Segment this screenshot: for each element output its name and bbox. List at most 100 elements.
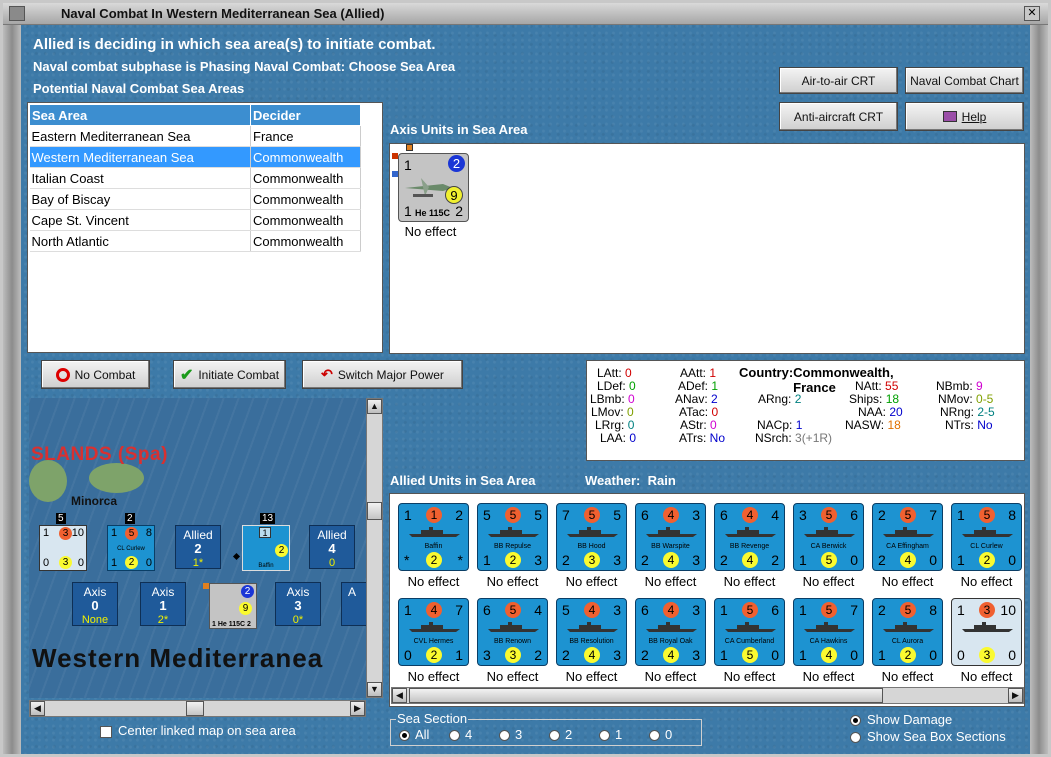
sea-section-option-label: 0 [665, 727, 673, 742]
scroll-left-icon[interactable]: ◀ [392, 688, 407, 703]
sea-section-radio-2[interactable] [549, 730, 560, 741]
show-damage-radio[interactable] [850, 715, 861, 726]
allied-unit-counter[interactable]: 5 4 3 BB Resolution 2 4 3 [556, 598, 627, 666]
initiate-combat-button[interactable]: ✔ Initiate Combat [173, 360, 286, 389]
allied-unit-counter[interactable]: 6 4 3 BB Warspite 2 4 3 [635, 503, 706, 571]
map-horizontal-scrollbar[interactable]: ◀ ▶ [29, 700, 366, 717]
scroll-up-icon[interactable]: ▲ [367, 399, 382, 414]
scroll-thumb[interactable] [186, 701, 204, 716]
sea-box-axis-1[interactable]: Axis 1 2* [140, 582, 186, 626]
ship-silhouette-icon [646, 527, 697, 537]
table-row[interactable]: North Atlantic Commonwealth [29, 230, 361, 252]
map-stack-counter[interactable]: 1 3 10 0 3 0 [39, 525, 87, 571]
island-shape [29, 460, 67, 502]
air-to-air-crt-button[interactable]: Air-to-air CRT [779, 67, 898, 94]
scroll-right-icon[interactable]: ▶ [1008, 688, 1023, 703]
weather-label: Weather: [585, 473, 641, 488]
ship-silhouette-icon [567, 527, 618, 537]
ship-silhouette-icon [962, 527, 1013, 537]
allied-unit-counter[interactable]: 1 5 6 CA Cumberland 1 5 0 [714, 598, 785, 666]
unit-move: 0 [929, 552, 937, 568]
sea-box-allied-4[interactable]: Allied 4 0 [309, 525, 355, 569]
unit-range: 2 [455, 507, 463, 523]
table-row[interactable]: Western Mediterranean Sea Commonwealth [29, 146, 361, 168]
table-row[interactable]: Eastern Mediterranean Sea France [29, 125, 361, 147]
help-button[interactable]: Help [905, 102, 1024, 131]
natt-stat: NAtt: 55 [855, 379, 899, 393]
switch-major-power-button[interactable]: ↶ Switch Major Power [302, 360, 463, 389]
column-header-decider[interactable]: Decider [250, 104, 361, 126]
window-icon[interactable] [9, 6, 25, 21]
unit-attack: 1 [404, 157, 412, 173]
scroll-down-icon[interactable]: ▼ [367, 682, 382, 697]
sea-box-allied-2[interactable]: Allied 2 1* [175, 525, 221, 569]
allied-unit-counter[interactable]: 1 5 8 CL Curlew 1 2 0 [951, 503, 1022, 571]
linked-map[interactable]: SLANDS (Spa) Minorca 5 2 13 1 3 10 0 3 0… [29, 398, 366, 698]
sea-box-axis-3[interactable]: Axis 3 0* [275, 582, 321, 626]
allied-unit-counter[interactable]: 5 5 5 BB Repulse 1 2 3 [477, 503, 548, 571]
column-header-sea-area[interactable]: Sea Area [29, 104, 251, 126]
sea-section-radio-4[interactable] [449, 730, 460, 741]
right-frame [1030, 25, 1048, 754]
atac-stat: ATac: 0 [679, 405, 719, 419]
unit-defense: 2 [641, 552, 649, 568]
map-vertical-scrollbar[interactable]: ▲ ▼ [366, 398, 383, 698]
map-ship-counter[interactable]: 1 5 8 CL Curlew 1 2 0 [107, 525, 155, 571]
map-axis-unit-counter[interactable]: 2 9 1 He 115C 2 [209, 583, 257, 629]
allied-horizontal-scrollbar[interactable]: ◀ ▶ [391, 687, 1024, 704]
table-row[interactable]: Bay of Biscay Commonwealth [29, 188, 361, 210]
axis-units-label: Axis Units in Sea Area [390, 122, 528, 137]
unit-name: BB Revenge [729, 543, 770, 550]
unit-attack: 6 [641, 507, 649, 523]
allied-unit-counter[interactable]: 1 4 7 CVL Hermes 0 2 1 [398, 598, 469, 666]
unit-name: CA Effingham [886, 543, 929, 550]
unit-top-circle: 4 [663, 507, 679, 523]
show-sea-box-sections-radio[interactable] [850, 732, 861, 743]
unit-range-badge: 2 [448, 155, 465, 172]
help-label: Help [961, 109, 987, 124]
center-map-checkbox[interactable] [100, 726, 112, 738]
unit-bottom-circle: 4 [663, 647, 679, 663]
sea-section-radio-3[interactable] [499, 730, 510, 741]
unit-name: BB Resolution [569, 638, 614, 645]
naa-value: 20 [889, 405, 903, 419]
sea-box-axis-0[interactable]: Axis 0 None [72, 582, 118, 626]
table-row[interactable]: Italian Coast Commonwealth [29, 167, 361, 189]
lrg-value: 0 [627, 418, 635, 432]
allied-unit-counter[interactable]: 6 5 4 BB Renown 3 3 2 [477, 598, 548, 666]
table-row[interactable]: Cape St. Vincent Commonwealth [29, 209, 361, 231]
anti-aircraft-crt-button[interactable]: Anti-aircraft CRT [779, 102, 898, 131]
sea-section-radio-1[interactable] [599, 730, 610, 741]
allied-unit-counter[interactable]: 1 3 10 0 3 0 [951, 598, 1022, 666]
allied-unit-counter[interactable]: 1 5 7 CA Hawkins 1 4 0 [793, 598, 864, 666]
axis-unit-he115c[interactable]: 1 2 9 1 He 115C 2 [398, 153, 469, 222]
naval-combat-chart-button[interactable]: Naval Combat Chart [905, 67, 1024, 94]
allied-unit-counter[interactable]: 1 1 2 Baffin * 2 * [398, 503, 469, 571]
scroll-thumb[interactable] [409, 688, 883, 703]
nmov-value: 0-5 [976, 392, 994, 406]
sea-box-number: 3 [294, 598, 302, 613]
ship-silhouette-icon [804, 527, 855, 537]
unit-top-circle: 5 [979, 507, 995, 523]
no-combat-button[interactable]: No Combat [41, 360, 150, 389]
scroll-right-icon[interactable]: ▶ [350, 701, 365, 716]
unit-effect: No effect [486, 669, 539, 684]
allied-unit-counter[interactable]: 6 4 4 BB Revenge 2 4 2 [714, 503, 785, 571]
adef-value: 1 [711, 379, 719, 393]
map-carrier-counter[interactable]: 1 2 Baffin [242, 525, 290, 571]
close-icon[interactable]: ✕ [1024, 6, 1040, 21]
allied-unit-counter[interactable]: 2 5 7 CA Effingham 2 4 0 [872, 503, 943, 571]
scroll-thumb[interactable] [367, 502, 382, 520]
allied-unit-counter[interactable]: 3 5 6 CA Berwick 1 5 0 [793, 503, 864, 571]
sea-section-radio-0[interactable] [649, 730, 660, 741]
allied-unit-counter[interactable]: 6 4 3 BB Royal Oak 2 4 3 [635, 598, 706, 666]
sea-box-status: 2* [157, 614, 169, 626]
sea-section-radio-all[interactable] [399, 730, 410, 741]
allied-unit-counter[interactable]: 2 5 8 CL Aurora 1 2 0 [872, 598, 943, 666]
unit-effect: No effect [802, 669, 855, 684]
scroll-left-icon[interactable]: ◀ [30, 701, 45, 716]
lbmb-value: 0 [628, 392, 635, 406]
sea-box-axis-partial[interactable]: A [341, 582, 366, 626]
anav-value: 2 [711, 392, 718, 406]
allied-unit-counter[interactable]: 7 5 5 BB Hood 2 3 3 [556, 503, 627, 571]
